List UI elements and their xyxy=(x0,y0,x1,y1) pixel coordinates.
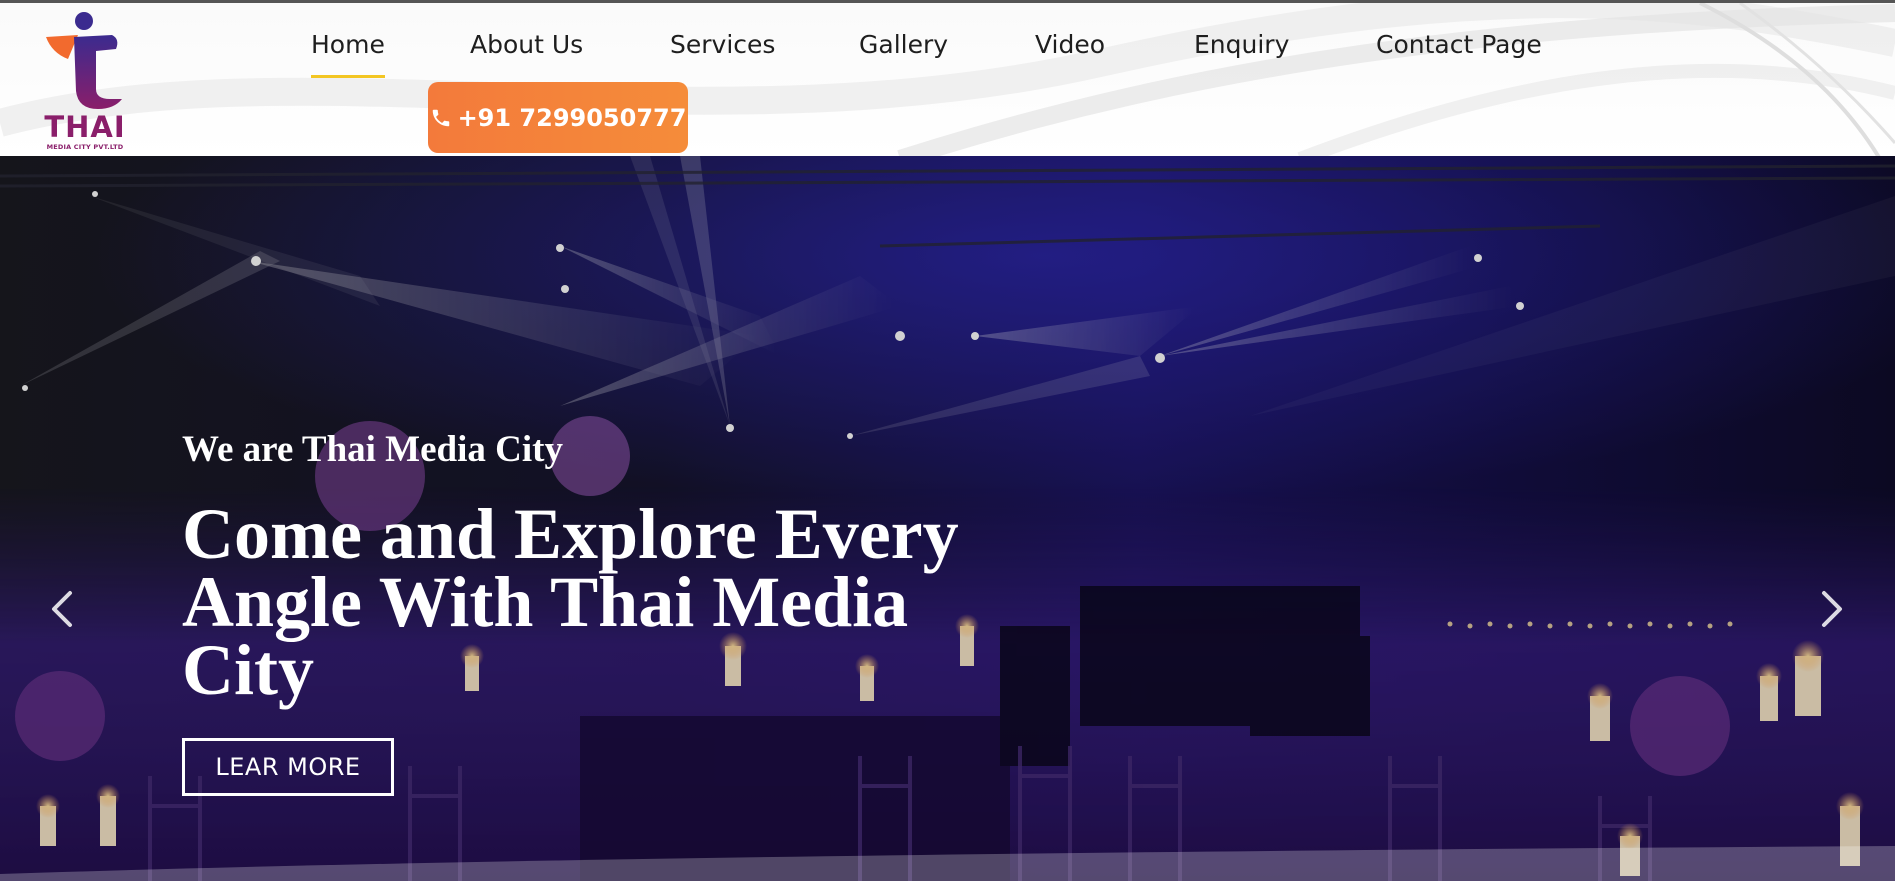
hero-title: Come and Explore Every Angle With Thai M… xyxy=(182,494,959,710)
hero-slider: We are Thai Media City Come and Explore … xyxy=(0,156,1895,881)
main-nav: Home About Us Services Gallery Video Enq… xyxy=(0,3,1895,83)
phone-number: +91 7299050777 xyxy=(457,103,687,132)
slider-prev-button[interactable] xyxy=(44,581,80,637)
nav-item-video[interactable]: Video xyxy=(1035,29,1105,61)
slider-next-button[interactable] xyxy=(1814,581,1850,637)
phone-icon xyxy=(432,109,449,126)
nav-item-services[interactable]: Services xyxy=(670,29,775,61)
logo-wordmark: THAI xyxy=(44,110,126,144)
nav-item-about-us[interactable]: About Us xyxy=(470,29,583,61)
chevron-left-icon xyxy=(52,591,72,627)
nav-item-gallery[interactable]: Gallery xyxy=(859,29,948,61)
logo-tagline: MEDIA CITY PVT.LTD xyxy=(46,143,124,151)
hero-subtitle: We are Thai Media City xyxy=(182,429,563,470)
page: THAI MEDIA CITY PVT.LTD Home About Us Se… xyxy=(0,0,1895,881)
nav-item-home[interactable]: Home xyxy=(311,29,385,78)
phone-call-button[interactable]: +91 7299050777 xyxy=(428,82,688,153)
chevron-right-icon xyxy=(1822,591,1842,627)
learn-more-button[interactable]: LEAR MORE xyxy=(182,738,394,796)
site-header: THAI MEDIA CITY PVT.LTD Home About Us Se… xyxy=(0,0,1895,156)
nav-item-contact-page[interactable]: Contact Page xyxy=(1376,29,1542,61)
nav-item-enquiry[interactable]: Enquiry xyxy=(1194,29,1289,61)
